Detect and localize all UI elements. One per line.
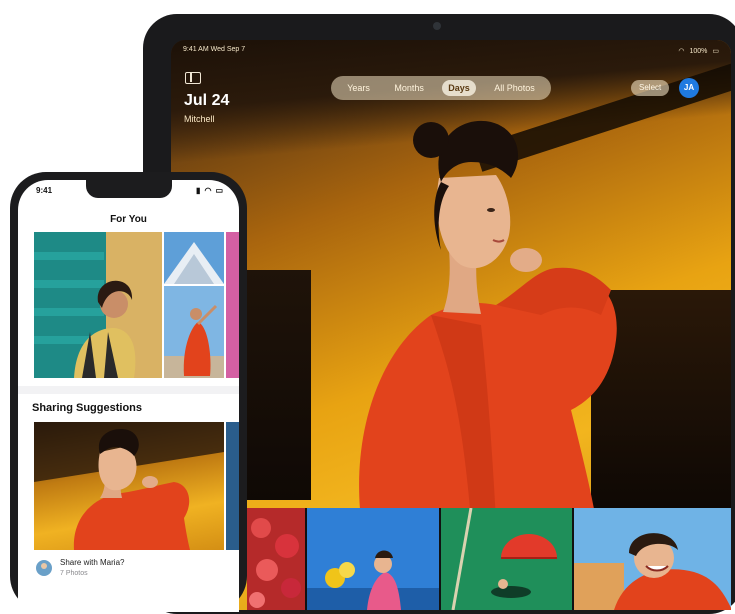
sharing-suggestion-photo-partial[interactable]: [226, 422, 239, 550]
thumbnail-woman-laughing[interactable]: [574, 508, 731, 610]
library-view-segmented-control[interactable]: Years Months Days All Photos: [331, 76, 551, 100]
section-divider: [18, 386, 239, 394]
battery-icon: ▭: [215, 186, 223, 195]
share-with-label[interactable]: Share with Maria?: [60, 558, 124, 567]
sharing-suggestion-photo[interactable]: [34, 422, 224, 550]
memory-photo-red-dress[interactable]: [164, 286, 224, 378]
select-button[interactable]: Select: [631, 80, 670, 96]
iphone-status-bar: 9:41 ▮ ◠ ▭: [36, 186, 223, 198]
tab-months[interactable]: Months: [388, 80, 430, 96]
day-thumbnail-strip: [247, 508, 731, 610]
featured-photo-woman[interactable]: [321, 100, 621, 520]
sidebar-toggle-icon[interactable]: [185, 72, 201, 84]
ipad-photos-screen: 9:41 AM Wed Sep 7 ◠ 100% ▭ Jul 24 Mitche…: [171, 40, 731, 610]
iphone-for-you-screen: 9:41 ▮ ◠ ▭ For You Sharing Suggestions S…: [18, 180, 239, 612]
ipad-status-bar: 9:41 AM Wed Sep 7 ◠ 100% ▭: [183, 46, 719, 56]
thumbnail-red-umbrella[interactable]: [441, 508, 573, 610]
ipad-status-time: 9:41 AM Wed Sep 7: [183, 46, 246, 53]
share-photo-count: 7 Photos: [60, 570, 88, 577]
ipad-battery-label: 100%: [689, 47, 708, 55]
sharing-suggestions-title: Sharing Suggestions: [32, 402, 143, 414]
battery-icon: ▭: [712, 48, 719, 55]
tab-all-photos[interactable]: All Photos: [488, 80, 541, 96]
memory-photo-architecture[interactable]: [164, 232, 224, 284]
tab-days[interactable]: Days: [442, 80, 476, 96]
for-you-title: For You: [110, 214, 147, 225]
memory-photo-partial[interactable]: [226, 232, 239, 378]
wifi-icon: ◠: [678, 48, 685, 55]
iphone-status-time: 9:41: [36, 186, 53, 195]
signal-icon: ▮: [196, 186, 201, 195]
iphone-device: 9:41 ▮ ◠ ▭ For You Sharing Suggestions S…: [10, 172, 247, 612]
thumbnail-red-flowers[interactable]: [247, 508, 305, 610]
contact-avatar: [36, 560, 52, 576]
memory-photo-woman-stripes[interactable]: [34, 232, 162, 378]
account-avatar[interactable]: JA: [679, 78, 699, 98]
wifi-icon: ◠: [204, 186, 212, 195]
tab-years[interactable]: Years: [341, 80, 376, 96]
day-date-title: Jul 24: [184, 92, 230, 109]
ipad-camera: [433, 22, 441, 30]
day-location: Mitchell: [184, 114, 215, 124]
thumbnail-flowers-sky[interactable]: [306, 508, 440, 610]
